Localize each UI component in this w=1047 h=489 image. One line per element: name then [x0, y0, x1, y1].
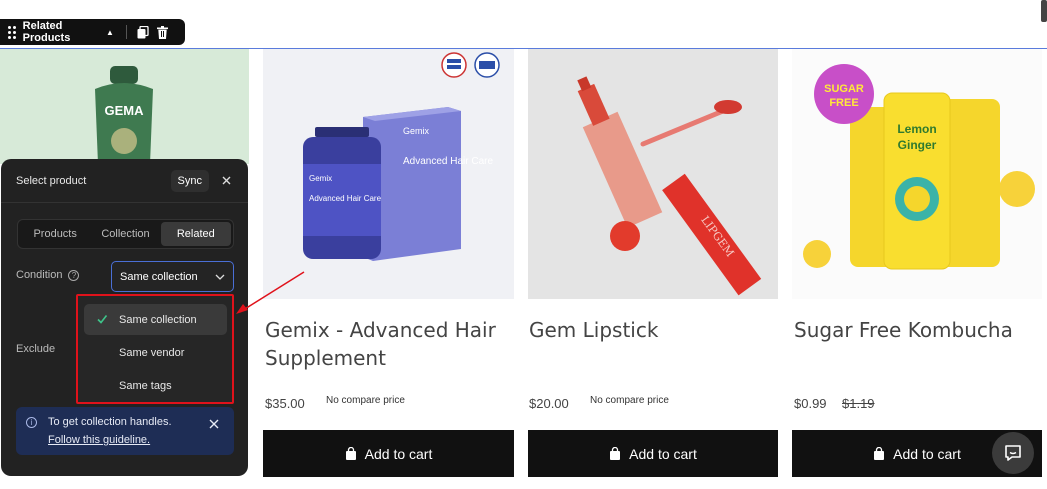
panel-title: Select product — [16, 174, 87, 187]
product-price-lipstick: $20.00 — [529, 396, 569, 411]
gemix-bottle-label: Advanced Hair Care — [309, 194, 382, 203]
tab-products[interactable]: Products — [20, 222, 90, 246]
bag-icon — [345, 447, 357, 460]
option-same-vendor[interactable]: Same vendor — [84, 337, 227, 368]
duplicate-icon[interactable] — [137, 25, 149, 39]
gemix-box-brand: Gemix — [403, 126, 430, 136]
product-image-kombucha[interactable]: Lemon Ginger SUGAR FREE — [792, 49, 1042, 299]
check-icon — [97, 315, 108, 324]
tab-collection[interactable]: Collection — [90, 222, 160, 246]
add-to-cart-label: Add to cart — [364, 445, 433, 462]
add-to-cart-label: Add to cart — [893, 445, 961, 462]
bag-icon — [609, 447, 621, 460]
bag-icon — [873, 447, 885, 460]
trash-icon[interactable] — [157, 25, 169, 39]
condition-label-text: Condition — [16, 269, 63, 281]
option-label: Same tags — [119, 379, 172, 392]
product-title-gemix-line1[interactable]: Gemix - Advanced Hair — [265, 318, 496, 342]
panel-header: Select product Sync — [1, 159, 248, 203]
product-price-kombucha: $0.99 — [794, 396, 827, 411]
product-title-kombucha[interactable]: Sugar Free Kombucha — [794, 316, 1013, 344]
add-to-cart-button-gemix[interactable]: Add to cart — [263, 430, 514, 477]
chat-icon — [1005, 445, 1021, 461]
compare-price-lipstick: No compare price — [590, 395, 669, 406]
product-title-gemix[interactable]: Gemix - Advanced Hair Supplement — [265, 316, 496, 372]
section-title[interactable]: Related Products — [23, 20, 101, 44]
sugar-free-badge-line1: SUGAR — [824, 83, 864, 95]
option-same-collection[interactable]: Same collection — [84, 304, 227, 335]
product-image-gema[interactable]: GEMA — [0, 49, 249, 164]
chevron-down-icon — [215, 274, 225, 280]
condition-select[interactable]: Same collection — [111, 261, 234, 292]
info-icon: i — [26, 417, 37, 428]
toolbar-divider — [125, 25, 127, 39]
sugar-free-badge-line2: FREE — [829, 97, 858, 109]
option-label: Same vendor — [119, 346, 185, 359]
kombucha-can-text-1: Lemon — [897, 122, 936, 136]
condition-select-value: Same collection — [120, 270, 198, 283]
close-icon[interactable] — [209, 419, 219, 429]
guideline-link[interactable]: Follow this guideline. — [48, 434, 150, 446]
condition-dropdown-menu: Same collection Same vendor Same tags — [76, 294, 234, 404]
condition-label: Condition ? — [16, 269, 80, 281]
drag-handle-icon[interactable] — [8, 26, 17, 39]
option-same-tags[interactable]: Same tags — [84, 370, 227, 401]
product-title-lipstick[interactable]: Gem Lipstick — [529, 316, 658, 344]
gema-label: GEMA — [105, 103, 145, 118]
kombucha-can-text-2: Ginger — [898, 138, 937, 152]
product-title-gemix-line2[interactable]: Supplement — [265, 346, 386, 370]
scrollbar-thumb[interactable] — [1041, 0, 1047, 22]
compare-price-kombucha: $1.19 — [842, 396, 875, 411]
annotation-arrow-icon — [236, 271, 305, 314]
add-to-cart-label: Add to cart — [629, 445, 697, 462]
option-label: Same collection — [119, 313, 197, 326]
caret-up-icon[interactable]: ▲ — [106, 28, 114, 37]
sync-button[interactable]: Sync — [170, 169, 209, 192]
gemix-box-label: Advanced Hair Care — [403, 156, 493, 167]
gemix-bottle-brand: Gemix — [309, 174, 332, 183]
add-to-cart-button-lipstick[interactable]: Add to cart — [528, 430, 778, 477]
help-icon[interactable]: ? — [68, 269, 80, 281]
product-price-gemix: $35.00 — [265, 396, 305, 411]
product-image-gemix[interactable]: Gemix Advanced Hair Care Gemix Advanced … — [263, 49, 514, 299]
section-toolbar: Related Products ▲ — [0, 19, 185, 45]
info-message: To get collection handles. — [48, 416, 172, 428]
chat-launcher-button[interactable] — [992, 432, 1034, 474]
compare-price-gemix: No compare price — [326, 395, 405, 406]
close-icon[interactable] — [219, 174, 233, 188]
tab-related[interactable]: Related — [160, 222, 231, 246]
product-image-lipstick[interactable]: LIPGEM — [528, 49, 778, 299]
info-banner: i To get collection handles. Follow this… — [16, 407, 234, 455]
exclude-label: Exclude — [16, 343, 56, 355]
source-tabs: Products Collection Related — [17, 219, 234, 249]
